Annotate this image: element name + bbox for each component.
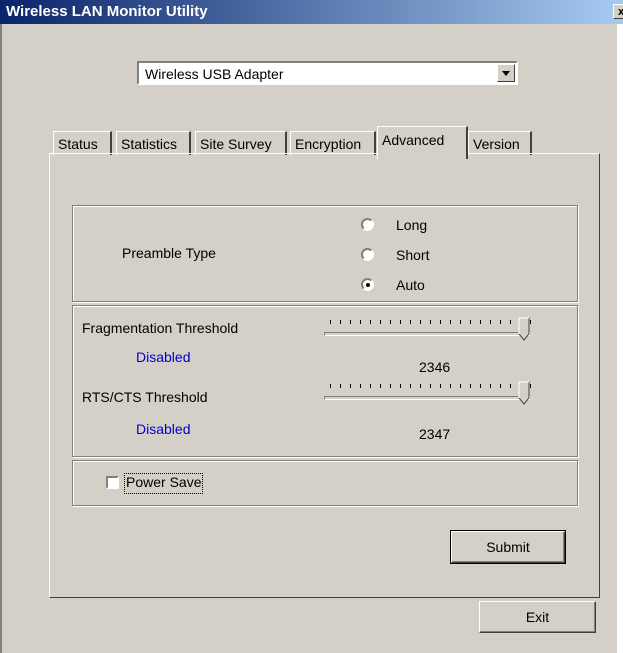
tab-encryption[interactable]: Encryption bbox=[290, 131, 376, 155]
title-bar[interactable]: Wireless LAN Monitor Utility x bbox=[0, 0, 623, 24]
tab-encryption-label: Encryption bbox=[295, 136, 362, 152]
tab-status[interactable]: Status bbox=[53, 131, 112, 155]
exit-button[interactable]: Exit bbox=[479, 601, 596, 633]
tab-version-label: Version bbox=[473, 136, 520, 152]
window-left-edge bbox=[0, 24, 2, 653]
tab-status-label: Status bbox=[58, 136, 98, 152]
window-right-edge bbox=[617, 24, 623, 653]
tab-statistics-label: Statistics bbox=[121, 136, 178, 152]
window-title: Wireless LAN Monitor Utility bbox=[6, 3, 208, 20]
app-window: Wireless LAN Monitor Utility x Wireless … bbox=[0, 0, 623, 653]
tab-statistics[interactable]: Statistics bbox=[116, 131, 191, 155]
tab-site-survey[interactable]: Site Survey bbox=[195, 131, 287, 155]
close-button[interactable]: x bbox=[613, 4, 623, 19]
tab-advanced[interactable]: Advanced bbox=[377, 126, 468, 159]
adapter-select-value: Wireless USB Adapter bbox=[145, 66, 284, 82]
exit-button-label: Exit bbox=[525, 609, 550, 625]
advanced-panel bbox=[49, 153, 600, 598]
adapter-select[interactable]: Wireless USB Adapter bbox=[137, 61, 518, 85]
tab-advanced-label: Advanced bbox=[382, 132, 445, 148]
tab-site-survey-label: Site Survey bbox=[200, 136, 272, 152]
tab-version[interactable]: Version bbox=[468, 131, 532, 155]
chevron-down-icon[interactable] bbox=[497, 64, 515, 82]
